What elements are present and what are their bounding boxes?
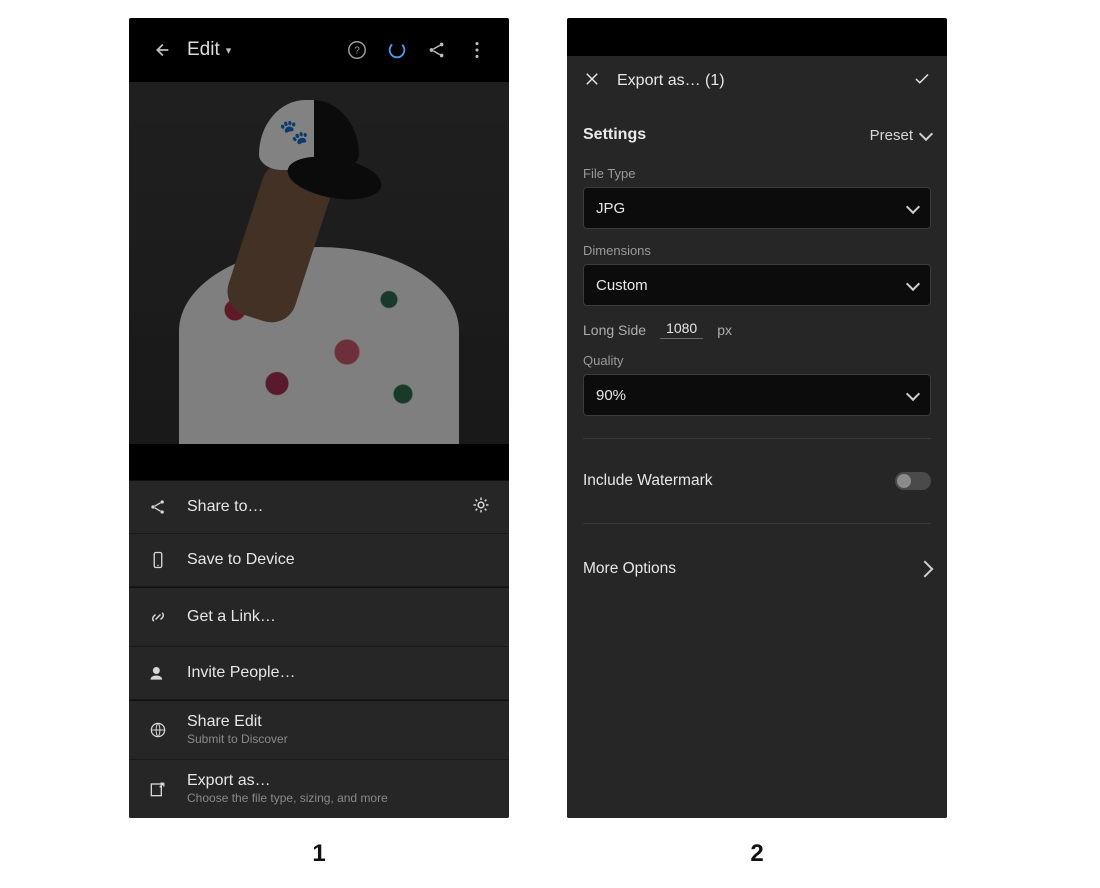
chevron-down-icon bbox=[919, 127, 933, 141]
screen-share-menu: Edit ▾ ? 🐾 Share to bbox=[129, 18, 509, 818]
divider bbox=[583, 438, 931, 439]
export-header: Export as… (1) bbox=[567, 56, 947, 106]
share-edit-sub: Submit to Discover bbox=[187, 733, 288, 747]
invite-people-label: Invite People… bbox=[187, 664, 296, 682]
cloud-sync-button[interactable] bbox=[377, 39, 417, 61]
long-side-unit: px bbox=[717, 322, 732, 338]
watermark-toggle[interactable] bbox=[895, 472, 931, 490]
share-to-row[interactable]: Share to… bbox=[129, 481, 509, 534]
export-panel: Settings Preset File Type JPG Dimensions… bbox=[567, 106, 947, 818]
caption-1: 1 bbox=[129, 840, 509, 868]
caption-2: 2 bbox=[567, 840, 947, 868]
close-icon bbox=[583, 70, 601, 88]
export-title: Export as… (1) bbox=[617, 72, 725, 90]
link-icon bbox=[148, 607, 168, 627]
phone-icon bbox=[148, 550, 168, 570]
file-type-label: File Type bbox=[583, 166, 931, 181]
long-side-row: Long Side 1080 px bbox=[583, 320, 931, 339]
photo-preview: 🐾 bbox=[129, 82, 509, 444]
share-button[interactable] bbox=[417, 39, 457, 61]
dimensions-label: Dimensions bbox=[583, 243, 931, 258]
edit-mode-label: Edit bbox=[187, 39, 220, 61]
divider bbox=[583, 523, 931, 524]
share-icon bbox=[148, 497, 168, 517]
confirm-button[interactable] bbox=[913, 70, 931, 93]
invite-people-row[interactable]: Invite People… bbox=[129, 647, 509, 700]
caret-down-icon: ▾ bbox=[226, 44, 232, 57]
chevron-down-icon bbox=[906, 277, 920, 291]
svg-text:?: ? bbox=[354, 46, 360, 57]
export-icon bbox=[148, 779, 168, 799]
screen-export-settings: Export as… (1) Settings Preset File Type… bbox=[567, 18, 947, 818]
globe-icon bbox=[148, 720, 168, 740]
file-type-value: JPG bbox=[596, 200, 625, 217]
close-button[interactable] bbox=[583, 70, 601, 93]
file-type-select[interactable]: JPG bbox=[583, 187, 931, 229]
gear-icon bbox=[471, 495, 491, 515]
watermark-label: Include Watermark bbox=[583, 472, 713, 490]
export-as-label: Export as… bbox=[187, 772, 388, 790]
share-settings-button[interactable] bbox=[471, 495, 491, 520]
preset-dropdown[interactable]: Preset bbox=[870, 127, 931, 144]
help-icon: ? bbox=[346, 39, 368, 61]
back-button[interactable] bbox=[141, 39, 181, 61]
quality-label: Quality bbox=[583, 353, 931, 368]
person-add-icon bbox=[148, 663, 168, 683]
save-to-device-row[interactable]: Save to Device bbox=[129, 534, 509, 587]
share-edit-row[interactable]: Share Edit Submit to Discover bbox=[129, 701, 509, 760]
check-icon bbox=[913, 70, 931, 88]
share-sheet: Share to… Save to Device Get a Link… Inv… bbox=[129, 480, 509, 818]
sync-circle-icon bbox=[386, 39, 408, 61]
dimensions-value: Custom bbox=[596, 277, 648, 294]
more-options-row[interactable]: More Options bbox=[583, 546, 931, 592]
watermark-row: Include Watermark bbox=[583, 461, 931, 501]
more-vertical-icon bbox=[466, 39, 488, 61]
overflow-button[interactable] bbox=[457, 39, 497, 61]
edit-mode-dropdown[interactable]: Edit ▾ bbox=[187, 39, 231, 61]
chevron-down-icon bbox=[906, 387, 920, 401]
share-icon bbox=[426, 39, 448, 61]
export-as-row[interactable]: Export as… Choose the file type, sizing,… bbox=[129, 760, 509, 818]
save-to-device-label: Save to Device bbox=[187, 551, 295, 569]
app-topbar: Edit ▾ ? bbox=[129, 18, 509, 82]
quality-value: 90% bbox=[596, 387, 626, 404]
share-to-label: Share to… bbox=[187, 498, 263, 516]
get-link-row[interactable]: Get a Link… bbox=[129, 588, 509, 647]
share-edit-label: Share Edit bbox=[187, 713, 288, 731]
more-options-label: More Options bbox=[583, 560, 676, 578]
dimensions-select[interactable]: Custom bbox=[583, 264, 931, 306]
chevron-right-icon bbox=[917, 561, 934, 578]
preset-label: Preset bbox=[870, 127, 913, 144]
get-link-label: Get a Link… bbox=[187, 608, 276, 626]
chevron-down-icon bbox=[906, 200, 920, 214]
long-side-input[interactable]: 1080 bbox=[660, 320, 703, 339]
long-side-label: Long Side bbox=[583, 322, 646, 338]
settings-heading-row: Settings Preset bbox=[583, 118, 931, 152]
quality-select[interactable]: 90% bbox=[583, 374, 931, 416]
paw-icon: 🐾 bbox=[279, 118, 309, 147]
export-as-sub: Choose the file type, sizing, and more bbox=[187, 792, 388, 806]
help-button[interactable]: ? bbox=[337, 39, 377, 61]
settings-label: Settings bbox=[583, 126, 646, 144]
arrow-left-icon bbox=[150, 39, 172, 61]
